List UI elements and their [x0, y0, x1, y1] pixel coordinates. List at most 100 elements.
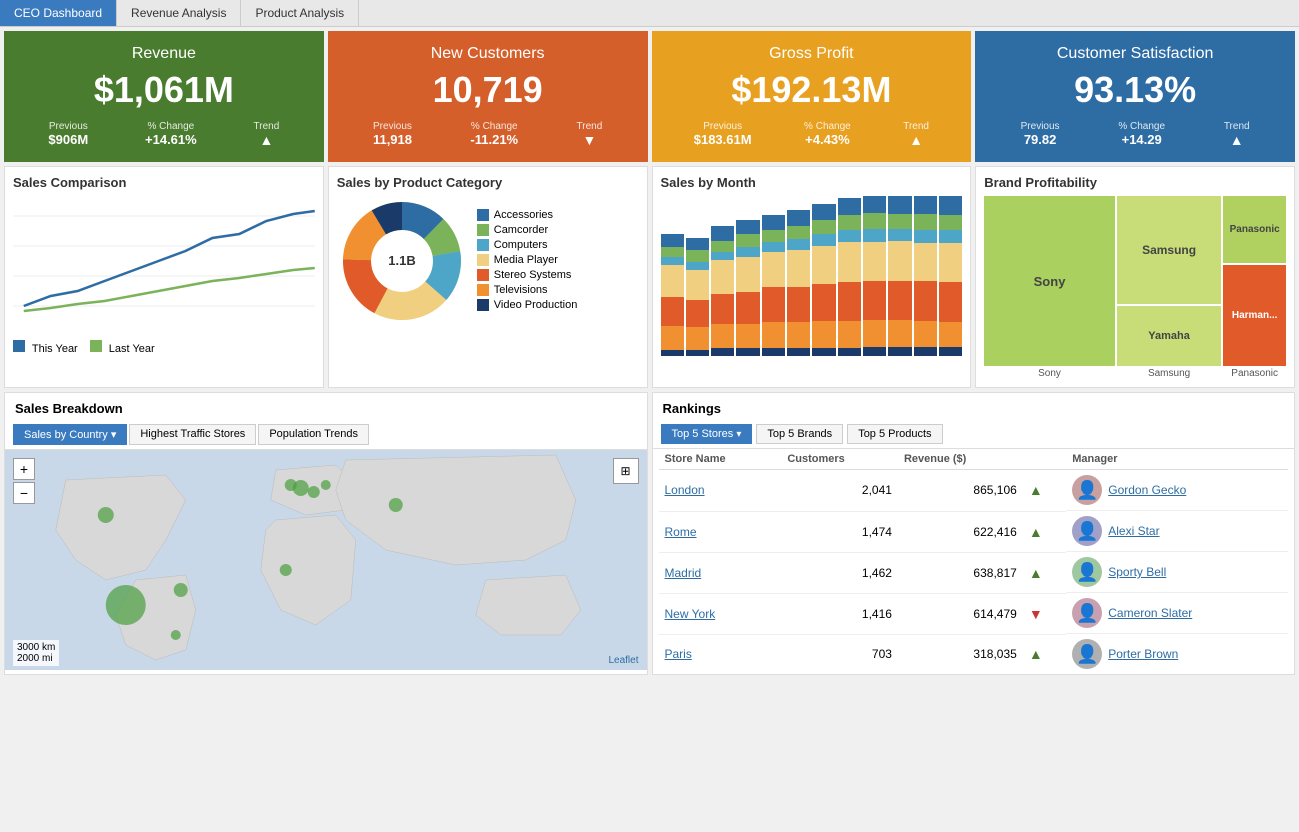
treemap-panasonic-label: Panasonic [1223, 196, 1286, 263]
donut-container: 1.1B Accessories Camcorder Computers Me [337, 196, 639, 326]
revenue-cell: 638,817 [898, 552, 1023, 593]
manager-link[interactable]: Gordon Gecko [1108, 483, 1186, 497]
store-link[interactable]: New York [665, 607, 716, 621]
bar-jun [787, 196, 810, 356]
brand-profitability-panel: Brand Profitability Sony Samsung Yamaha … [975, 166, 1295, 388]
bar-may [762, 196, 785, 356]
map-tab-country[interactable]: Sales by Country ▾ [13, 424, 127, 445]
kpi-satisfaction-value: 93.13% [991, 69, 1279, 111]
kpi-revenue: Revenue $1,061M Previous $906M % Change … [4, 31, 324, 162]
store-link[interactable]: London [665, 483, 705, 497]
bar-jan [661, 196, 684, 356]
leaflet-link[interactable]: Leaflet [608, 655, 638, 666]
manager-link[interactable]: Cameron Slater [1108, 606, 1192, 620]
map-tab-traffic[interactable]: Highest Traffic Stores [129, 424, 256, 445]
map-scale: 3000 km 2000 mi [13, 640, 59, 666]
customers-cell: 1,416 [781, 593, 898, 634]
col-manager: Manager [1066, 449, 1288, 470]
table-row: Madrid 1,462 638,817 ▲ 👤 Sporty Bell [659, 552, 1289, 593]
map-area: + − ⊞ 3000 km 2000 mi Leaflet [5, 450, 647, 670]
rank-tab-brands[interactable]: Top 5 Brands [756, 424, 843, 444]
treemap-top-labels: Sony Samsung Panasonic [984, 368, 1286, 379]
sales-comparison-title: Sales Comparison [13, 175, 315, 190]
table-row: Rome 1,474 622,416 ▲ 👤 Alexi Star [659, 511, 1289, 552]
layers-icon: ⊞ [620, 464, 630, 478]
legend-media-player: Media Player [477, 254, 578, 266]
map-tab-population[interactable]: Population Trends [258, 424, 369, 445]
legend-dot-last-year [90, 340, 102, 352]
brand-profitability-title: Brand Profitability [984, 175, 1286, 190]
zoom-in-button[interactable]: + [13, 458, 35, 480]
kpi-satisfaction-title: Customer Satisfaction [991, 45, 1279, 63]
trend-down-icon: ▼ [1029, 606, 1043, 622]
customers-cell: 1,462 [781, 552, 898, 593]
avatar: 👤 [1072, 516, 1102, 546]
trend-cell: ▲ [1023, 470, 1066, 512]
manager-cell: 👤 Porter Brown [1066, 634, 1288, 674]
legend-box [477, 269, 489, 281]
treemap-yamaha-label: Yamaha [1117, 306, 1221, 366]
sales-comparison-panel: Sales Comparison This Year Last Yea [4, 166, 324, 388]
rank-tab-stores[interactable]: Top 5 Stores ▾ [661, 424, 753, 444]
table-row: Paris 703 318,035 ▲ 👤 Porter Brown [659, 634, 1289, 674]
tab-ceo-dashboard[interactable]: CEO Dashboard [0, 0, 117, 26]
tab-product-analysis[interactable]: Product Analysis [241, 0, 359, 26]
kpi-gross-profit: Gross Profit $192.13M Previous $183.61M … [652, 31, 972, 162]
world-map-svg [5, 450, 647, 670]
store-link[interactable]: Paris [665, 647, 692, 661]
kpi-row: Revenue $1,061M Previous $906M % Change … [0, 27, 1299, 166]
legend-televisions: Televisions [477, 284, 578, 296]
manager-link[interactable]: Sporty Bell [1108, 565, 1166, 579]
kpi-customers-trend: Trend ▼ [577, 121, 603, 148]
dropdown-arrow-icon: ▾ [111, 429, 117, 441]
trend-up-icon: ▲ [1029, 482, 1043, 498]
trend-up-icon: ▲ [1029, 565, 1043, 581]
sales-month-title: Sales by Month [661, 175, 963, 190]
trend-up-icon: ▲ [1029, 646, 1043, 662]
sales-by-month-panel: Sales by Month [652, 166, 972, 388]
kpi-customers-footer: Previous 11,918 % Change -11.21% Trend ▼ [344, 121, 632, 148]
bar-chart [661, 196, 963, 356]
manager-link[interactable]: Alexi Star [1108, 524, 1159, 538]
kpi-profit-value: $192.13M [668, 69, 956, 111]
treemap-col-samsung-yamaha: Samsung Yamaha [1117, 196, 1221, 366]
legend-box [477, 239, 489, 251]
treemap-harman-label: Harman... [1223, 265, 1286, 366]
store-name-cell: New York [659, 593, 782, 634]
kpi-profit-title: Gross Profit [668, 45, 956, 63]
manager-link[interactable]: Porter Brown [1108, 647, 1178, 661]
bar-nov [914, 196, 937, 356]
kpi-profit-prev: Previous $183.61M [694, 121, 752, 148]
revenue-cell: 622,416 [898, 511, 1023, 552]
store-link[interactable]: Rome [665, 525, 697, 539]
bar-oct [888, 196, 911, 356]
col-customers: Customers [781, 449, 898, 470]
trend-down-icon: ▼ [577, 132, 603, 148]
customers-cell: 2,041 [781, 470, 898, 512]
bar-apr [736, 196, 759, 356]
middle-row: Sales Comparison This Year Last Yea [0, 166, 1299, 392]
legend-dot-this-year [13, 340, 25, 352]
bar-feb [686, 196, 709, 356]
sales-by-category-panel: Sales by Product Category 1.1B Access [328, 166, 648, 388]
kpi-revenue-footer: Previous $906M % Change +14.61% Trend ▲ [20, 121, 308, 148]
tab-bar: CEO Dashboard Revenue Analysis Product A… [0, 0, 1299, 27]
trend-cell: ▲ [1023, 511, 1066, 552]
bar-sep [863, 196, 886, 356]
store-name-cell: London [659, 470, 782, 512]
tab-revenue-analysis[interactable]: Revenue Analysis [117, 0, 241, 26]
legend-box [477, 299, 489, 311]
revenue-cell: 318,035 [898, 634, 1023, 674]
trend-up-icon: ▲ [254, 132, 280, 148]
zoom-out-button[interactable]: − [13, 482, 35, 504]
legend-last-year: Last Year [90, 340, 155, 355]
store-link[interactable]: Madrid [665, 566, 702, 580]
avatar-icon: 👤 [1076, 521, 1098, 542]
kpi-revenue-change: % Change +14.61% [145, 121, 197, 148]
map-layers-button[interactable]: ⊞ [613, 458, 639, 484]
avatar-icon: 👤 [1076, 603, 1098, 624]
rank-tab-products[interactable]: Top 5 Products [847, 424, 942, 444]
legend-camcorder: Camcorder [477, 224, 578, 236]
kpi-revenue-prev: Previous $906M [48, 121, 88, 148]
sales-comparison-legend: This Year Last Year [13, 340, 315, 355]
